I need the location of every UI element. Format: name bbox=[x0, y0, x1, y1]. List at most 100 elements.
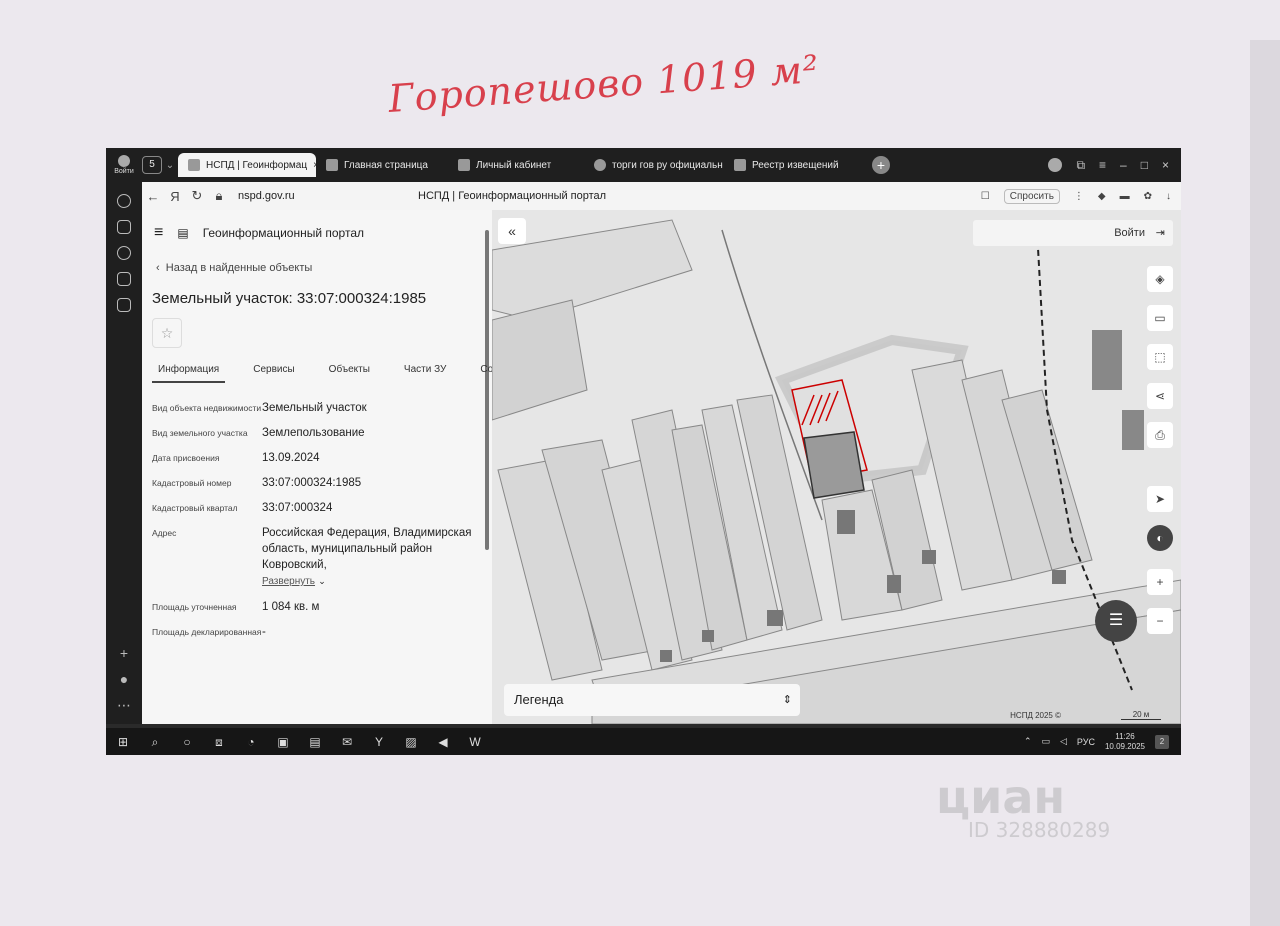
zoom-out-button[interactable]: − bbox=[1147, 608, 1173, 634]
yandex-icon[interactable]: Я bbox=[164, 189, 186, 204]
map-copyright: НСПД 2025 © bbox=[1010, 711, 1061, 720]
address-text: Российская Федерация, Владимирская облас… bbox=[262, 527, 472, 571]
file-explorer-icon[interactable]: ▤ bbox=[308, 735, 322, 749]
download-icon[interactable]: ↓ bbox=[1166, 191, 1171, 202]
tab-count-badge[interactable]: 5 bbox=[142, 156, 162, 174]
map-canvas[interactable] bbox=[492, 210, 1181, 724]
word-icon[interactable]: W bbox=[468, 735, 482, 749]
chevron-left-icon: ‹ bbox=[156, 262, 166, 274]
hamburger-icon[interactable]: ≡ bbox=[154, 224, 163, 242]
back-arrow-icon[interactable]: ← bbox=[142, 189, 164, 204]
volume-icon[interactable]: ◁ bbox=[1060, 736, 1067, 747]
ruler-icon[interactable]: ▭ bbox=[1147, 305, 1173, 331]
minimize-icon[interactable]: – bbox=[1120, 158, 1127, 173]
tab-cabinet[interactable]: Личный кабинет bbox=[448, 153, 584, 177]
more-icon[interactable]: ⋯ bbox=[106, 692, 142, 718]
photos-icon[interactable]: ▨ bbox=[404, 735, 418, 749]
more-vert-icon[interactable]: ⋮ bbox=[1074, 191, 1084, 202]
cadastral-map[interactable]: « Войти ⇥ ◈ ▭ ⬚ ⋖ ⎙ ➤ ◐ + − ☰ Легенда ⇕ … bbox=[492, 210, 1181, 724]
extension-icon[interactable]: ✿ bbox=[1144, 191, 1152, 202]
yandex-browser-icon[interactable]: Y bbox=[372, 735, 386, 749]
chat-icon[interactable]: ☰ bbox=[1095, 600, 1137, 642]
share-icon[interactable]: ⋖ bbox=[1147, 383, 1173, 409]
plus-icon[interactable]: + bbox=[106, 640, 142, 666]
task-view-icon[interactable]: ⧈ bbox=[212, 735, 226, 749]
maximize-icon[interactable]: □ bbox=[1141, 158, 1148, 173]
zoom-in-button[interactable]: + bbox=[1147, 569, 1173, 595]
menu-icon[interactable]: ≡ bbox=[1099, 158, 1106, 173]
scrollbar[interactable] bbox=[485, 230, 489, 550]
app-icon[interactable]: ◀ bbox=[436, 735, 450, 749]
chevron-down-icon[interactable]: ⌄ bbox=[162, 160, 178, 171]
attribute-row: Кадастровый номер 33:07:000324:1985 bbox=[152, 475, 482, 491]
collapse-panel-button[interactable]: « bbox=[498, 218, 526, 244]
language-indicator[interactable]: РУС bbox=[1077, 737, 1095, 747]
page-icon bbox=[458, 159, 470, 171]
back-link[interactable]: ‹ Назад в найденные объекты bbox=[156, 262, 312, 274]
legend-dropdown[interactable]: Легенда ⇕ bbox=[504, 684, 800, 716]
close-window-icon[interactable]: × bbox=[1162, 158, 1169, 173]
tab-information[interactable]: Информация bbox=[152, 360, 226, 383]
extension-icon[interactable]: ◆ bbox=[1098, 191, 1106, 202]
store-icon[interactable]: ▣ bbox=[276, 735, 290, 749]
bookmark-icon[interactable]: ☐ bbox=[981, 191, 990, 202]
tab-objects[interactable]: Объекты bbox=[323, 360, 376, 383]
notifications-badge[interactable]: 2 bbox=[1155, 734, 1169, 749]
network-icon[interactable]: ▭ bbox=[1041, 736, 1050, 747]
lock-icon: 🔒︎ bbox=[215, 188, 223, 203]
windows-start-icon[interactable]: ⊞ bbox=[116, 735, 130, 749]
attribute-key: Вид объекта недвижимости bbox=[152, 403, 262, 413]
tab-parts[interactable]: Части ЗУ bbox=[398, 360, 452, 383]
favorite-star-icon[interactable]: ☆ bbox=[152, 318, 182, 348]
print-icon[interactable]: ⎙ bbox=[1147, 422, 1173, 448]
play-icon[interactable] bbox=[117, 246, 131, 260]
tab-services[interactable]: Сервисы bbox=[247, 360, 300, 383]
attribute-key: Адрес bbox=[152, 528, 177, 538]
basemap-toggle-icon[interactable]: ◐ bbox=[1147, 525, 1173, 551]
reload-icon[interactable]: ↻ bbox=[186, 188, 208, 204]
login-arrow-icon: ⇥ bbox=[1155, 227, 1165, 239]
attribute-row: Адрес Российская Федерация, Владимирская… bbox=[152, 525, 482, 590]
collections-icon[interactable] bbox=[117, 220, 131, 234]
new-tab-button[interactable]: + bbox=[872, 156, 890, 174]
map-login-button[interactable]: Войти ⇥ bbox=[973, 220, 1173, 246]
select-area-icon[interactable]: ⬚ bbox=[1147, 344, 1173, 370]
tray-chevron-icon[interactable]: ⌃ bbox=[1024, 736, 1032, 747]
search-icon[interactable]: ⌕ bbox=[148, 735, 162, 749]
tab-home[interactable]: Главная страница bbox=[316, 153, 448, 177]
tab-torgi[interactable]: торги гов ру официальн bbox=[584, 153, 724, 177]
url-text[interactable]: nspd.gov.ru bbox=[238, 190, 388, 202]
attribute-key: Кадастровый квартал bbox=[152, 503, 238, 513]
browser-login-button[interactable]: Войти bbox=[106, 155, 142, 175]
alice-icon[interactable]: ● bbox=[106, 666, 142, 692]
watermark-logo: циан bbox=[936, 770, 1066, 824]
sort-arrows-icon: ⇕ bbox=[782, 694, 792, 706]
messenger-icon[interactable] bbox=[117, 298, 131, 312]
clock-date: 10.09.2025 bbox=[1104, 741, 1145, 751]
clock[interactable]: 11:26 10.09.2025 bbox=[1105, 732, 1145, 752]
tab-composition[interactable]: Соста › bbox=[474, 360, 492, 383]
cortana-icon[interactable]: ○ bbox=[180, 735, 194, 749]
chevron-down-icon[interactable]: ⌄ bbox=[318, 576, 326, 586]
system-tray: ⌃ ▭ ◁ РУС 11:26 10.09.2025 2 bbox=[1024, 732, 1181, 752]
tab-nspd[interactable]: НСПД | Геоинформац × bbox=[178, 153, 316, 177]
history-icon[interactable] bbox=[117, 194, 131, 208]
edge-icon[interactable]: ◔ bbox=[244, 735, 258, 749]
expand-link[interactable]: Развернуть bbox=[262, 576, 315, 587]
attribute-key: Кадастровый номер bbox=[152, 478, 232, 488]
portal-logo-icon: ▤ bbox=[177, 226, 189, 240]
panel-header: ≡ ▤ Геоинформационный портал bbox=[154, 224, 364, 242]
paper-edge-shade bbox=[1250, 40, 1280, 926]
bookmarks-icon[interactable]: ⧉ bbox=[1076, 158, 1085, 173]
layers-icon[interactable]: ◈ bbox=[1147, 266, 1173, 292]
locate-icon[interactable]: ➤ bbox=[1147, 486, 1173, 512]
tab-registry[interactable]: Реестр извещений bbox=[724, 153, 864, 177]
attribute-key: Площадь декларированная bbox=[152, 627, 262, 637]
services-icon[interactable] bbox=[117, 272, 131, 286]
profile-icon[interactable] bbox=[1048, 157, 1063, 172]
attribute-row: Дата присвоения 13.09.2024 bbox=[152, 450, 482, 466]
mail-icon[interactable]: ✉ bbox=[340, 735, 354, 749]
ask-button[interactable]: Спросить bbox=[1003, 188, 1060, 204]
extension-icon[interactable]: ▬ bbox=[1120, 191, 1130, 202]
parcel-title: Земельный участок: 33:07:000324:1985 bbox=[152, 290, 427, 307]
